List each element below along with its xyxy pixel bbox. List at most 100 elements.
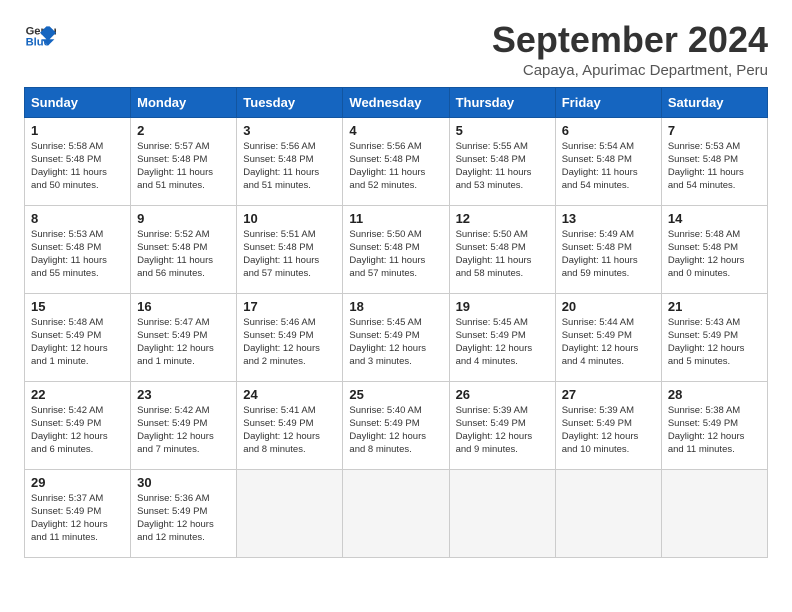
day-number: 28 [668,387,761,402]
day-info: Sunrise: 5:36 AMSunset: 5:49 PMDaylight:… [137,492,230,545]
logo: General Blue [24,20,56,52]
weekday-header-cell: Saturday [661,87,767,117]
calendar-day-cell: 8 Sunrise: 5:53 AMSunset: 5:48 PMDaylight… [25,205,131,293]
calendar-day-cell: 14 Sunrise: 5:48 AMSunset: 5:48 PMDayligh… [661,205,767,293]
day-number: 10 [243,211,336,226]
calendar-day-cell: 25Sunrise: 5:40 AMSunset: 5:49 PMDayligh… [343,381,449,469]
day-info: Sunrise: 5:43 AMSunset: 5:49 PMDaylight:… [668,316,761,369]
calendar-day-cell [343,469,449,557]
day-number: 11 [349,211,442,226]
calendar-week-row: 15 Sunrise: 5:48 AMSunset: 5:49 PMDayligh… [25,293,768,381]
day-number: 6 [562,123,655,138]
calendar-day-cell: 19 Sunrise: 5:45 AMSunset: 5:49 PMDayligh… [449,293,555,381]
calendar-week-row: 22 Sunrise: 5:42 AMSunset: 5:49 PMDayligh… [25,381,768,469]
weekday-header-cell: Sunday [25,87,131,117]
calendar-week-row: 8 Sunrise: 5:53 AMSunset: 5:48 PMDaylight… [25,205,768,293]
location-subtitle: Capaya, Apurimac Department, Peru [492,62,768,79]
day-info: Sunrise: 5:48 AMSunset: 5:48 PMDaylight:… [668,228,761,281]
day-number: 14 [668,211,761,226]
calendar-table: SundayMondayTuesdayWednesdayThursdayFrid… [24,87,768,558]
day-number: 1 [31,123,124,138]
day-number: 5 [456,123,549,138]
logo-icon: General Blue [24,20,56,52]
day-number: 30 [137,475,230,490]
day-info: Sunrise: 5:48 AMSunset: 5:49 PMDaylight:… [31,316,124,369]
day-number: 23 [137,387,230,402]
calendar-day-cell: 3Sunrise: 5:56 AMSunset: 5:48 PMDaylight… [237,117,343,205]
month-title: September 2024 [492,20,768,60]
page-header: General Blue September 2024 Capaya, Apur… [24,20,768,79]
day-number: 2 [137,123,230,138]
calendar-day-cell: 22Sunrise: 5:42 AMSunset: 5:49 PMDayligh… [25,381,131,469]
day-number: 17 [243,299,336,314]
day-info: Sunrise: 5:55 AMSunset: 5:48 PMDaylight:… [456,140,549,193]
day-number: 26 [456,387,549,402]
calendar-day-cell: 24 Sunrise: 5:41 AMSunset: 5:49 PMDayligh… [237,381,343,469]
calendar-day-cell: 17 Sunrise: 5:46 AMSunset: 5:49 PMDayligh… [237,293,343,381]
day-number: 20 [562,299,655,314]
calendar-day-cell: 2 Sunrise: 5:57 AMSunset: 5:48 PMDaylight… [131,117,237,205]
calendar-day-cell: 11 Sunrise: 5:50 AMSunset: 5:48 PMDayligh… [343,205,449,293]
calendar-day-cell [449,469,555,557]
day-info: Sunrise: 5:57 AMSunset: 5:48 PMDaylight:… [137,140,230,193]
weekday-header-cell: Wednesday [343,87,449,117]
calendar-day-cell [237,469,343,557]
calendar-day-cell: 10 Sunrise: 5:51 AMSunset: 5:48 PMDayligh… [237,205,343,293]
calendar-day-cell: 18Sunrise: 5:45 AMSunset: 5:49 PMDayligh… [343,293,449,381]
day-number: 27 [562,387,655,402]
day-info: Sunrise: 5:50 AMSunset: 5:48 PMDaylight:… [349,228,442,281]
calendar-day-cell: 12 Sunrise: 5:50 AMSunset: 5:48 PMDayligh… [449,205,555,293]
calendar-body: 1 Sunrise: 5:58 AMSunset: 5:48 PMDaylight… [25,117,768,557]
calendar-day-cell [555,469,661,557]
day-number: 8 [31,211,124,226]
day-info: Sunrise: 5:39 AMSunset: 5:49 PMDaylight:… [456,404,549,457]
calendar-day-cell: 16 Sunrise: 5:47 AMSunset: 5:49 PMDayligh… [131,293,237,381]
calendar-day-cell: 1 Sunrise: 5:58 AMSunset: 5:48 PMDaylight… [25,117,131,205]
weekday-header-row: SundayMondayTuesdayWednesdayThursdayFrid… [25,87,768,117]
weekday-header-cell: Thursday [449,87,555,117]
day-info: Sunrise: 5:54 AMSunset: 5:48 PMDaylight:… [562,140,655,193]
day-info: Sunrise: 5:56 AMSunset: 5:48 PMDaylight:… [349,140,442,193]
day-number: 12 [456,211,549,226]
day-number: 29 [31,475,124,490]
day-number: 9 [137,211,230,226]
calendar-day-cell: 6 Sunrise: 5:54 AMSunset: 5:48 PMDaylight… [555,117,661,205]
day-info: Sunrise: 5:45 AMSunset: 5:49 PMDaylight:… [349,316,442,369]
weekday-header-cell: Tuesday [237,87,343,117]
day-info: Sunrise: 5:38 AMSunset: 5:49 PMDaylight:… [668,404,761,457]
day-info: Sunrise: 5:46 AMSunset: 5:49 PMDaylight:… [243,316,336,369]
day-info: Sunrise: 5:42 AMSunset: 5:49 PMDaylight:… [137,404,230,457]
calendar-day-cell [661,469,767,557]
weekday-header-cell: Friday [555,87,661,117]
day-info: Sunrise: 5:49 AMSunset: 5:48 PMDaylight:… [562,228,655,281]
day-info: Sunrise: 5:45 AMSunset: 5:49 PMDaylight:… [456,316,549,369]
day-info: Sunrise: 5:41 AMSunset: 5:49 PMDaylight:… [243,404,336,457]
calendar-day-cell: 23 Sunrise: 5:42 AMSunset: 5:49 PMDayligh… [131,381,237,469]
day-info: Sunrise: 5:50 AMSunset: 5:48 PMDaylight:… [456,228,549,281]
day-info: Sunrise: 5:58 AMSunset: 5:48 PMDaylight:… [31,140,124,193]
day-info: Sunrise: 5:56 AMSunset: 5:48 PMDaylight:… [243,140,336,193]
calendar-day-cell: 5 Sunrise: 5:55 AMSunset: 5:48 PMDaylight… [449,117,555,205]
day-number: 24 [243,387,336,402]
calendar-day-cell: 26 Sunrise: 5:39 AMSunset: 5:49 PMDayligh… [449,381,555,469]
day-number: 21 [668,299,761,314]
day-info: Sunrise: 5:51 AMSunset: 5:48 PMDaylight:… [243,228,336,281]
day-info: Sunrise: 5:53 AMSunset: 5:48 PMDaylight:… [668,140,761,193]
day-number: 19 [456,299,549,314]
calendar-day-cell: 30 Sunrise: 5:36 AMSunset: 5:49 PMDayligh… [131,469,237,557]
title-block: September 2024 Capaya, Apurimac Departme… [492,20,768,79]
day-number: 15 [31,299,124,314]
calendar-day-cell: 28 Sunrise: 5:38 AMSunset: 5:49 PMDayligh… [661,381,767,469]
calendar-day-cell: 20Sunrise: 5:44 AMSunset: 5:49 PMDayligh… [555,293,661,381]
day-number: 16 [137,299,230,314]
calendar-week-row: 29 Sunrise: 5:37 AMSunset: 5:49 PMDayligh… [25,469,768,557]
day-number: 22 [31,387,124,402]
calendar-week-row: 1 Sunrise: 5:58 AMSunset: 5:48 PMDaylight… [25,117,768,205]
day-info: Sunrise: 5:37 AMSunset: 5:49 PMDaylight:… [31,492,124,545]
calendar-day-cell: 15 Sunrise: 5:48 AMSunset: 5:49 PMDayligh… [25,293,131,381]
day-info: Sunrise: 5:47 AMSunset: 5:49 PMDaylight:… [137,316,230,369]
day-info: Sunrise: 5:52 AMSunset: 5:48 PMDaylight:… [137,228,230,281]
day-info: Sunrise: 5:39 AMSunset: 5:49 PMDaylight:… [562,404,655,457]
day-info: Sunrise: 5:53 AMSunset: 5:48 PMDaylight:… [31,228,124,281]
calendar-day-cell: 13Sunrise: 5:49 AMSunset: 5:48 PMDayligh… [555,205,661,293]
